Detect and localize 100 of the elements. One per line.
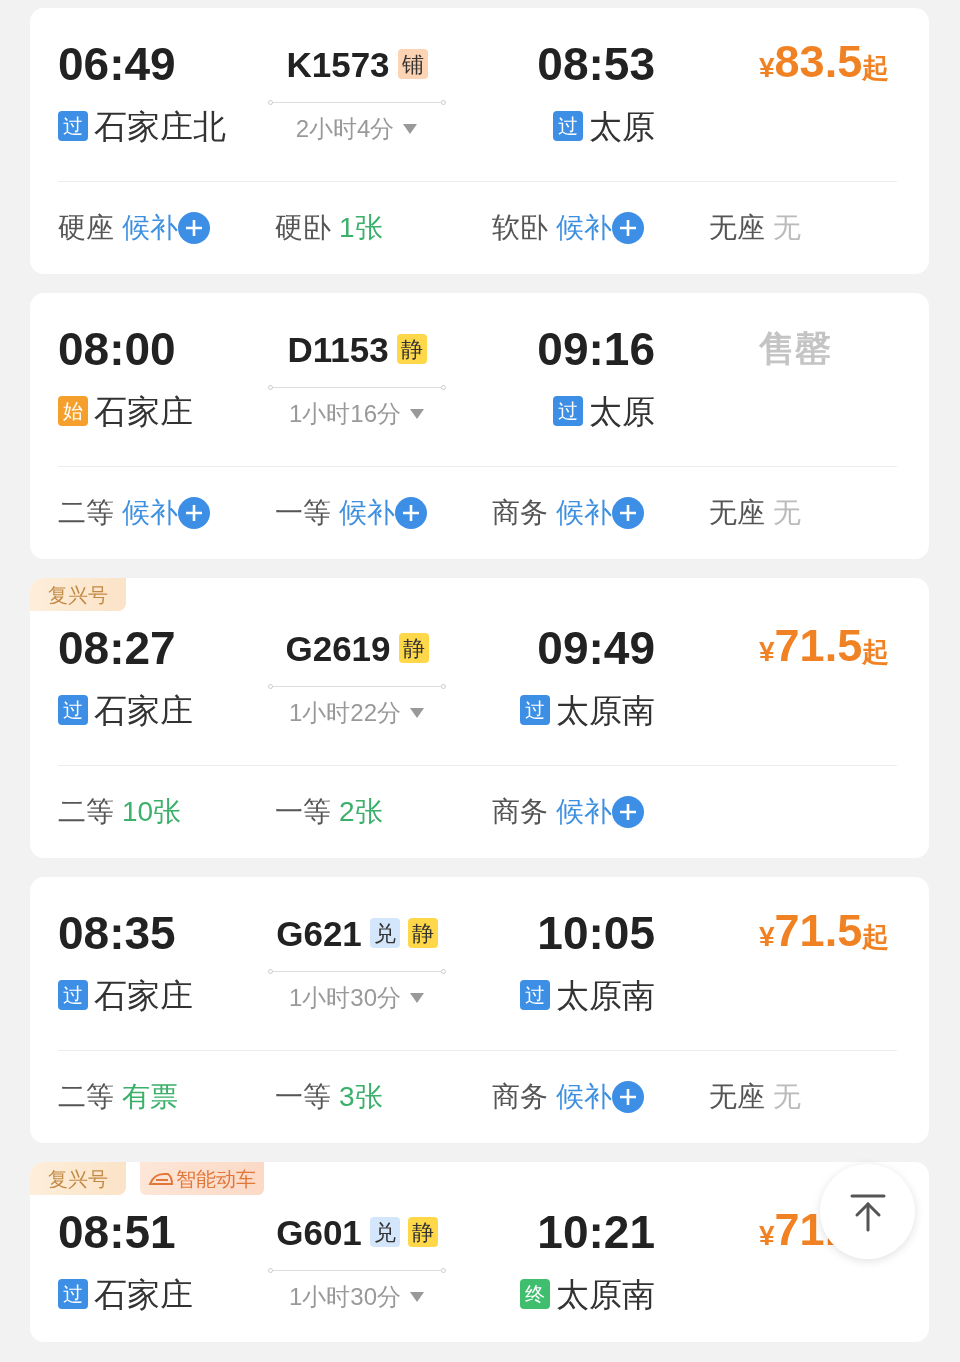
seat-availability: 3张 <box>339 1080 383 1114</box>
station-name: 石家庄 <box>94 693 193 727</box>
seat-class: 软卧 <box>492 211 548 245</box>
add-icon[interactable] <box>178 212 210 244</box>
seat-availability: 有票 <box>122 1080 178 1114</box>
station-badge: 终 <box>520 1279 550 1309</box>
seat-class: 二等 <box>58 1080 114 1114</box>
seat-class: 一等 <box>275 496 331 530</box>
arrival-time: 10:21 <box>537 1209 655 1255</box>
ticket-price: ¥71.5起 <box>759 908 890 958</box>
dropdown-icon[interactable] <box>409 408 425 420</box>
station-name: 太原南 <box>556 978 655 1012</box>
station-badge: 过 <box>520 695 550 725</box>
ticket-price: ¥83.5起 <box>759 39 890 89</box>
seat-availability: 候补 <box>556 496 612 530</box>
ticket-price: ¥71.5起 <box>759 623 890 673</box>
train-tag: 复兴号 <box>30 1162 126 1195</box>
station-badge: 过 <box>553 396 583 426</box>
departure-time: 08:51 <box>58 1209 176 1255</box>
seat-class: 商务 <box>492 1080 548 1114</box>
seat-availability: 无 <box>773 1080 801 1114</box>
seat-availability: 候补 <box>339 496 395 530</box>
seat-class: 二等 <box>58 496 114 530</box>
seat-availability: 2张 <box>339 795 383 829</box>
dropdown-icon[interactable] <box>409 707 425 719</box>
train-number: G601 <box>276 1214 362 1250</box>
seat-availability: 1张 <box>339 211 383 245</box>
seat-class: 二等 <box>58 795 114 829</box>
departure-time: 08:35 <box>58 910 176 956</box>
train-badge: 静 <box>407 918 438 948</box>
station-name: 太原南 <box>556 1277 655 1311</box>
station-badge: 过 <box>553 111 583 141</box>
seat-class: 硬座 <box>58 211 114 245</box>
departure-time: 06:49 <box>58 41 176 87</box>
seat-availability: 候补 <box>122 211 178 245</box>
station-badge: 过 <box>520 980 550 1010</box>
seat-availability: 候补 <box>122 496 178 530</box>
station-name: 石家庄 <box>94 1277 193 1311</box>
train-badge: 静 <box>396 334 427 364</box>
seat-class: 硬卧 <box>275 211 331 245</box>
train-number: D1153 <box>287 331 389 367</box>
departure-time: 08:00 <box>58 326 176 372</box>
dropdown-icon[interactable] <box>402 123 419 135</box>
departure-time: 08:27 <box>58 625 176 671</box>
add-icon[interactable] <box>612 212 644 244</box>
trip-duration: 1小时22分 <box>288 701 401 725</box>
trip-duration: 2小时4分 <box>295 117 395 141</box>
ticket-price: ¥71. <box>759 1207 838 1257</box>
station-name: 石家庄 <box>94 978 193 1012</box>
station-badge: 过 <box>58 695 88 725</box>
seat-class: 无座 <box>709 496 765 530</box>
seat-class: 商务 <box>492 795 548 829</box>
seat-class: 一等 <box>275 1080 331 1114</box>
train-badge: 铺 <box>397 49 428 79</box>
train-number: G621 <box>276 915 362 951</box>
arrival-time: 09:49 <box>537 625 655 671</box>
seat-class: 一等 <box>275 795 331 829</box>
seat-availability: 10张 <box>122 795 182 829</box>
add-icon[interactable] <box>612 796 644 828</box>
train-card[interactable]: 08:00 D1153 静 09:16 售罄 始 石家庄 1小时16分 过 太原 二等 候补 一等 候补 商务 候补 无座 无 <box>30 293 929 559</box>
seat-availability: 候补 <box>556 795 612 829</box>
add-icon[interactable] <box>612 497 644 529</box>
trip-duration: 1小时16分 <box>288 402 401 426</box>
station-badge: 过 <box>58 980 88 1010</box>
station-name: 太原 <box>589 394 655 428</box>
trip-duration: 1小时30分 <box>288 1285 401 1309</box>
train-card[interactable]: 复兴号 智能动车 08:51 G601 兑 静 10:21 ¥71. 过 石家庄 1小时30分 终 太原南 <box>30 1162 929 1342</box>
station-name: 石家庄 <box>94 394 193 428</box>
arrival-time: 08:53 <box>537 41 655 87</box>
train-card[interactable]: 复兴号 08:27 G2619 静 09:49 ¥71.5起 过 石家庄 1小时22分 过 太原南 二等 10张 一等 2张 商务 候补 <box>30 578 929 858</box>
train-tag: 复兴号 <box>30 578 126 611</box>
station-name: 太原 <box>589 109 655 143</box>
train-icon <box>148 1170 174 1187</box>
station-name: 太原南 <box>556 693 655 727</box>
arrival-time: 10:05 <box>537 910 655 956</box>
seat-availability: 候补 <box>556 1080 612 1114</box>
seat-class: 无座 <box>709 211 765 245</box>
train-card[interactable]: 06:49 K1573 铺 08:53 ¥83.5起 过 石家庄北 2小时4分 过 太原 硬座 候补 硬卧 1张 软卧 候补 无座 无 <box>30 8 929 274</box>
train-badge: 兑 <box>369 918 400 948</box>
sold-out-label: 售罄 <box>759 331 831 367</box>
seat-class: 商务 <box>492 496 548 530</box>
train-card[interactable]: 08:35 G621 兑 静 10:05 ¥71.5起 过 石家庄 1小时30分 过 太原南 二等 有票 一等 3张 商务 候补 无座 无 <box>30 877 929 1143</box>
train-badge: 静 <box>398 633 429 663</box>
train-badge: 兑 <box>369 1217 400 1247</box>
dropdown-icon[interactable] <box>409 992 425 1004</box>
dropdown-icon[interactable] <box>409 1291 425 1303</box>
add-icon[interactable] <box>612 1081 644 1113</box>
station-badge: 过 <box>58 1279 88 1309</box>
seat-class: 无座 <box>709 1080 765 1114</box>
arrival-time: 09:16 <box>537 326 655 372</box>
add-icon[interactable] <box>395 497 427 529</box>
train-number: G2619 <box>285 630 391 666</box>
seat-availability: 候补 <box>556 211 612 245</box>
station-name: 石家庄北 <box>94 109 226 143</box>
trip-duration: 1小时30分 <box>288 986 401 1010</box>
add-icon[interactable] <box>178 497 210 529</box>
seat-availability: 无 <box>773 211 801 245</box>
station-badge: 过 <box>58 111 88 141</box>
seat-availability: 无 <box>773 496 801 530</box>
train-badge: 静 <box>407 1217 438 1247</box>
